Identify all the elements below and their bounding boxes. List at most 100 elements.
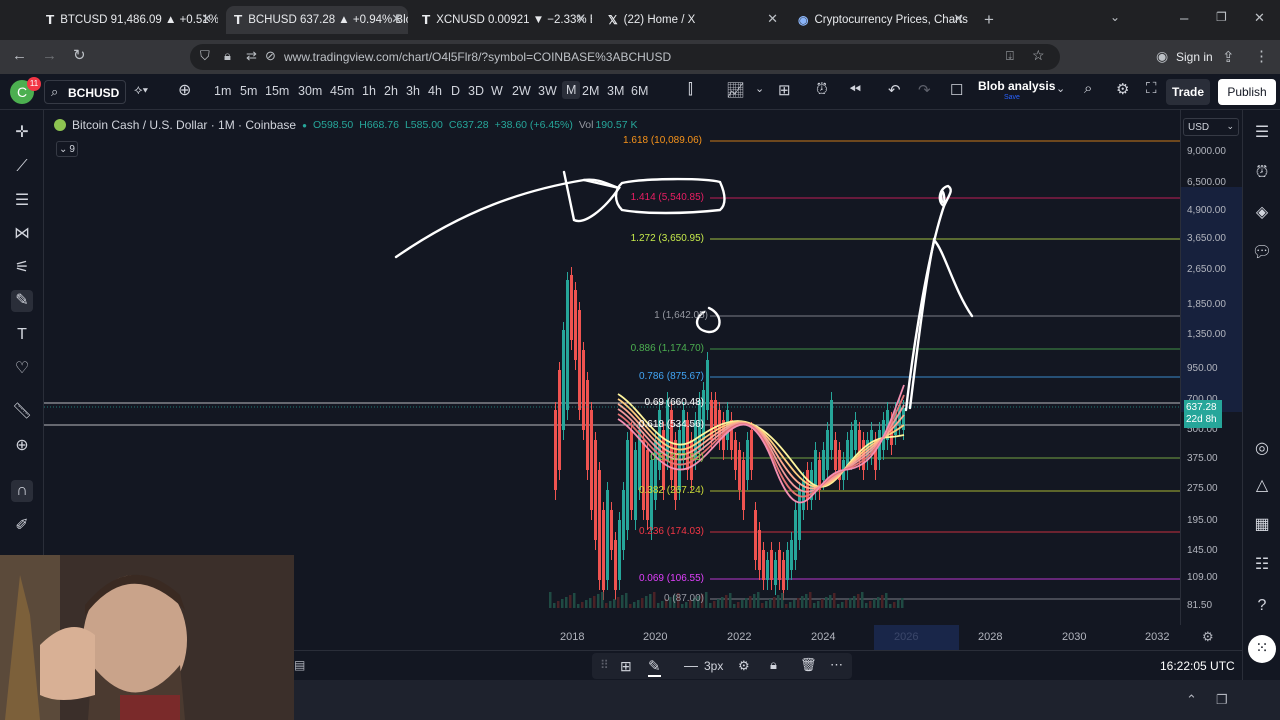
price-axis[interactable]: USD ⌄ 9,000.00 6,500.00 4,900.00 3,650.00 2,… bbox=[1180, 110, 1243, 625]
browser-tab-bchusd[interactable]: 𝗧 BCHUSD 637.28 ▲ +0.94% Blob ✕ bbox=[226, 6, 408, 34]
alert-icon[interactable]: ⏰︎ bbox=[816, 81, 828, 98]
indicators-icon[interactable]: 📈︎ bbox=[726, 81, 745, 99]
line-width-value[interactable]: 3px bbox=[704, 659, 723, 673]
apps-grid-icon[interactable]: ⁙ bbox=[1248, 635, 1276, 663]
symbol-title[interactable]: Bitcoin Cash / U.S. Dollar · 1M · Coinba… bbox=[72, 118, 296, 132]
collapse-up-icon[interactable]: ⌃ bbox=[1186, 692, 1197, 708]
tab-search-icon[interactable]: ⌄ bbox=[1110, 10, 1120, 24]
lock-icon[interactable]: 🔒︎ bbox=[224, 48, 231, 64]
layout-name[interactable]: Blob analysis bbox=[978, 79, 1055, 93]
layout-box-icon[interactable]: ☐ bbox=[950, 81, 963, 99]
trash-icon[interactable]: 🗑︎ bbox=[800, 657, 817, 673]
template-grid-icon[interactable]: ⊞ bbox=[620, 658, 632, 675]
currency-select[interactable]: USD ⌄ bbox=[1183, 118, 1239, 136]
chevron-down-icon[interactable]: ⌄ bbox=[755, 82, 764, 95]
layouts-grid-icon[interactable]: ⊞ bbox=[778, 81, 791, 99]
site-settings-icon[interactable]: ⇄ bbox=[246, 48, 257, 64]
timeframe-6M[interactable]: 6M bbox=[631, 84, 648, 98]
tracking-off-icon[interactable]: ⊘ bbox=[265, 48, 276, 64]
timeframe-2W[interactable]: 2W bbox=[512, 84, 531, 98]
close-icon[interactable]: ✕ bbox=[391, 11, 402, 27]
timeframe-30m[interactable]: 30m bbox=[298, 84, 322, 98]
timeframe-D[interactable]: D bbox=[451, 84, 460, 98]
clock[interactable]: 16:22:05 UTC bbox=[1160, 659, 1235, 673]
restore-icon[interactable]: ❐ bbox=[1216, 10, 1227, 24]
auto-scale-gear-icon[interactable]: ⚙ bbox=[1202, 629, 1214, 645]
profile-icon[interactable]: ◉ bbox=[1156, 48, 1168, 65]
news-feed-icon[interactable]: ☷ bbox=[1251, 554, 1273, 576]
install-app-icon[interactable]: ⍗ bbox=[1006, 48, 1014, 64]
more-icon[interactable]: ⋯ bbox=[830, 657, 843, 673]
zoom-icon[interactable]: ⊕ bbox=[11, 435, 33, 457]
timeframe-1h[interactable]: 1h bbox=[362, 84, 376, 98]
url-field[interactable]: ⛉ 🔒︎ ⇄ ⊘ www.tradingview.com/chart/O4l5F… bbox=[190, 44, 1060, 70]
settings-gear-icon[interactable]: ⚙ bbox=[738, 658, 750, 674]
close-icon[interactable]: ✕ bbox=[953, 11, 964, 27]
timeframe-3M[interactable]: 3M bbox=[607, 84, 624, 98]
quick-search-icon[interactable]: ⌕ bbox=[1084, 80, 1092, 97]
replay-icon[interactable]: ⏪︎ bbox=[849, 81, 861, 98]
add-symbol-icon[interactable]: ⊕ bbox=[178, 80, 191, 100]
symbol-search[interactable]: ⌕ BCHUSD bbox=[44, 80, 126, 104]
sign-in-button[interactable]: Sign in bbox=[1176, 50, 1213, 64]
lock-drawings-icon[interactable]: ✐ bbox=[11, 515, 33, 537]
horizontal-lines-icon[interactable]: ☰ bbox=[11, 190, 33, 212]
forward-icon[interactable]: → bbox=[42, 47, 57, 64]
line-width-icon[interactable]: — bbox=[684, 657, 698, 673]
fullscreen-icon[interactable]: ⛶ bbox=[1146, 80, 1157, 97]
timeframe-W[interactable]: W bbox=[491, 84, 503, 98]
help-icon[interactable]: ? bbox=[1251, 595, 1273, 617]
favorites-heart-icon[interactable]: ♡ bbox=[11, 358, 33, 380]
timeframe-3W[interactable]: 3W bbox=[538, 84, 557, 98]
timeframe-45m[interactable]: 45m bbox=[330, 84, 354, 98]
object-tree-layers-icon[interactable]: ◈ bbox=[1251, 202, 1273, 224]
maximize-panel-icon[interactable]: ❐ bbox=[1216, 692, 1228, 708]
timeframe-1m[interactable]: 1m bbox=[214, 84, 231, 98]
pine-triangle-icon[interactable]: △ bbox=[1251, 475, 1273, 497]
watchlist-icon[interactable]: ☰ bbox=[1251, 122, 1273, 144]
menu-icon[interactable]: ⋮ bbox=[1254, 47, 1269, 65]
trade-button[interactable]: Trade bbox=[1166, 79, 1210, 105]
brush-icon[interactable]: ✎ bbox=[11, 290, 33, 312]
trendline-icon[interactable]: ⟋ bbox=[11, 156, 33, 178]
magnet-icon[interactable]: ∩ bbox=[11, 480, 33, 502]
brush-color-icon[interactable]: ✎ bbox=[648, 657, 661, 677]
timeframe-5m[interactable]: 5m bbox=[240, 84, 257, 98]
redo-icon[interactable]: ↷ bbox=[918, 81, 931, 99]
compare-diamond-icon[interactable]: ⟡▾ bbox=[134, 82, 148, 98]
timeframe-3h[interactable]: 3h bbox=[406, 84, 420, 98]
browser-tab-xcnusd[interactable]: 𝗧 XCNUSD 0.00921 ▼ −2.33% Blo ✕ bbox=[414, 6, 592, 34]
hand-drawn-annotation[interactable] bbox=[908, 237, 974, 410]
lock-icon[interactable]: 🔒︎ bbox=[770, 657, 777, 673]
ruler-icon[interactable]: 📏︎ bbox=[11, 401, 33, 423]
fib-tool-icon[interactable]: ⚟ bbox=[11, 257, 33, 279]
new-tab-icon[interactable]: + bbox=[984, 10, 994, 30]
drag-handle-icon[interactable]: ⠿ bbox=[600, 658, 609, 672]
timeframe-M[interactable]: M bbox=[562, 81, 581, 99]
ideas-target-icon[interactable]: ◎ bbox=[1251, 438, 1273, 460]
browser-tab-crypto-prices[interactable]: ◉ Cryptocurrency Prices, Charts A ✕ bbox=[790, 6, 970, 34]
minimize-icon[interactable]: – bbox=[1180, 10, 1188, 27]
timeframe-15m[interactable]: 15m bbox=[265, 84, 289, 98]
crosshair-icon[interactable]: ✛ bbox=[11, 122, 33, 144]
share-icon[interactable]: ⇪ bbox=[1222, 48, 1235, 66]
timeframe-3D[interactable]: 3D bbox=[468, 84, 484, 98]
close-window-icon[interactable]: ✕ bbox=[1254, 10, 1265, 26]
shield-icon[interactable]: ⛉ bbox=[200, 48, 210, 64]
candle-type-icon[interactable]: ⫿ bbox=[688, 81, 693, 98]
timeframe-2h[interactable]: 2h bbox=[384, 84, 398, 98]
pattern-icon[interactable]: ⋈ bbox=[11, 223, 33, 245]
timeframe-2M[interactable]: 2M bbox=[582, 84, 599, 98]
close-icon[interactable]: ✕ bbox=[767, 11, 778, 27]
back-icon[interactable]: ← bbox=[12, 47, 27, 64]
undo-icon[interactable]: ↶ bbox=[888, 81, 901, 99]
timeframe-4h[interactable]: 4h bbox=[428, 84, 442, 98]
reload-icon[interactable]: ↻ bbox=[73, 46, 86, 64]
browser-tab-btcusd[interactable]: 𝗧 BTCUSD 91,486.09 ▲ +0.51% Bl ✕ bbox=[38, 6, 218, 34]
text-tool-icon[interactable]: T bbox=[11, 324, 33, 346]
close-icon[interactable]: ✕ bbox=[575, 11, 586, 27]
settings-gear-icon[interactable]: ⚙ bbox=[1116, 80, 1129, 98]
browser-tab-x-home[interactable]: 𝕏 (22) Home / X ✕ bbox=[600, 6, 784, 34]
calendar-icon[interactable]: ▦ bbox=[1251, 514, 1273, 536]
bookmark-star-icon[interactable]: ☆ bbox=[1032, 47, 1045, 64]
